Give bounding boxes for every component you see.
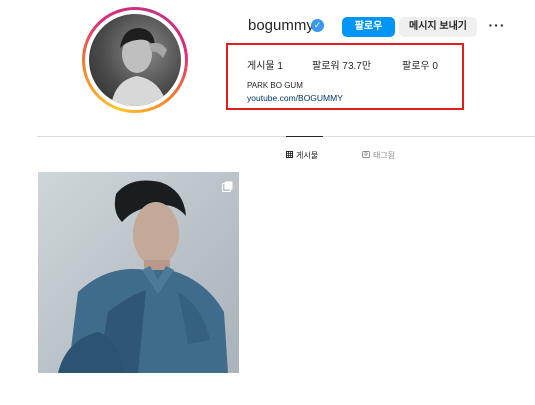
- followers-value: 73.7만: [342, 61, 372, 72]
- post-thumbnail[interactable]: [38, 172, 239, 373]
- followers-stat[interactable]: 팔로워 73.7만: [312, 57, 371, 72]
- active-tab-indicator: [286, 136, 323, 137]
- profile-full-name: PARK BO GUM: [247, 81, 303, 90]
- avatar-photo: [89, 14, 181, 106]
- multi-photo-icon: [222, 179, 233, 192]
- send-message-button[interactable]: 메시지 보내기: [399, 17, 477, 37]
- profile-avatar[interactable]: [82, 7, 188, 113]
- tab-posts-label: 게시물: [296, 151, 319, 160]
- post-photo: [58, 180, 228, 373]
- following-label: 팔로우: [402, 61, 430, 72]
- tagged-icon: [362, 151, 370, 160]
- avatar-portrait: [111, 28, 167, 106]
- following-stat[interactable]: 팔로우 0: [402, 57, 438, 72]
- tab-posts[interactable]: 게시물: [286, 150, 318, 161]
- grid-icon: [286, 151, 293, 160]
- tab-tagged[interactable]: 태그됨: [362, 150, 395, 161]
- posts-value: 1: [277, 61, 283, 72]
- more-icon[interactable]: ···: [488, 15, 506, 35]
- profile-external-link[interactable]: youtube.com/BOGUMMY: [247, 93, 343, 103]
- follow-button[interactable]: 팔로우: [342, 17, 395, 37]
- posts-label: 게시물: [247, 61, 275, 72]
- following-value: 0: [432, 61, 438, 72]
- tab-tagged-label: 태그됨: [373, 151, 396, 160]
- profile-username: bogummy: [248, 17, 314, 34]
- verified-badge-icon: ✓: [311, 19, 324, 32]
- avatar-border: [85, 10, 185, 110]
- posts-count-stat: 게시물 1: [247, 57, 283, 72]
- followers-label: 팔로워: [312, 61, 340, 72]
